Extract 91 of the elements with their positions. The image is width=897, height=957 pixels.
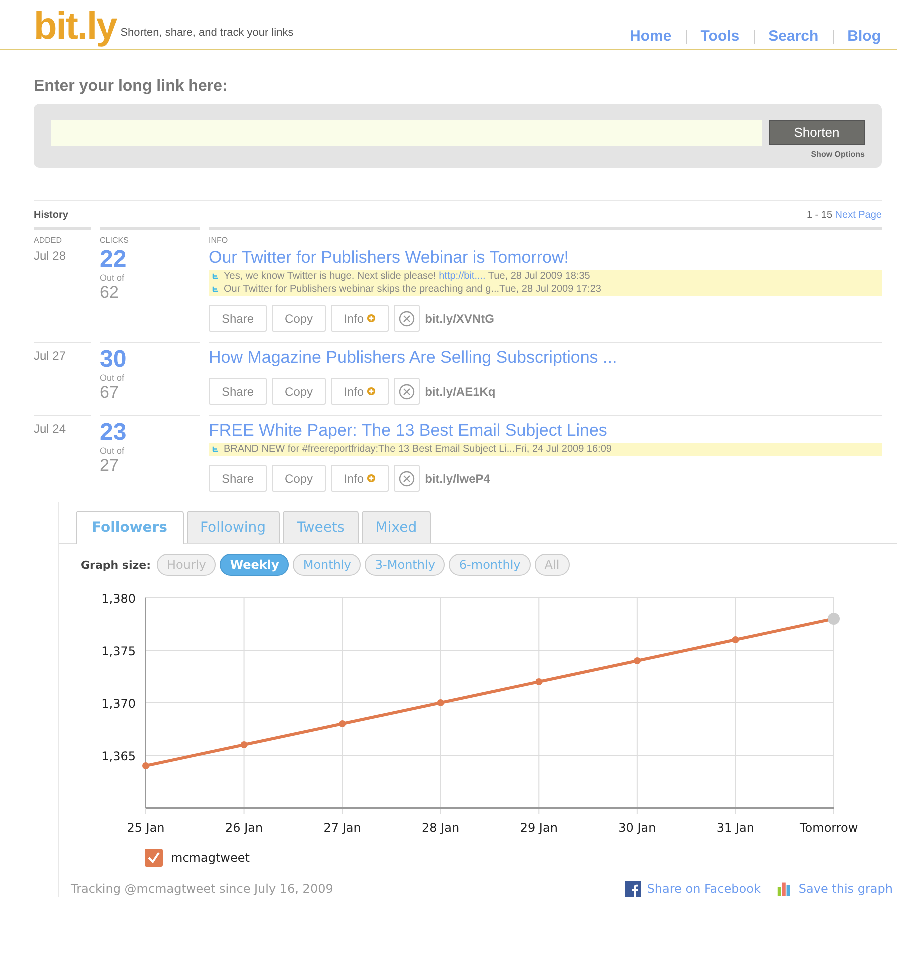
bird-icon (212, 286, 219, 293)
logo[interactable]: bit.ly (34, 5, 117, 49)
close-icon (399, 384, 416, 400)
nav-link[interactable]: Search (768, 28, 819, 45)
tweet-text: Our Twitter for Publishers webinar skips the preaching and g...Tue, 28 Jul 2009 17:23 (224, 283, 602, 296)
x-tick-label: 26 Jan (225, 821, 264, 835)
tracking-note: Tracking @mcmagtweet since July 16, 2009 (71, 882, 334, 896)
tweet-text: Yes, we know Twitter is huge. Next slide please! http://bit.... Tue, 28 Jul 2009 18:35 (224, 270, 590, 283)
click-count: 30 (100, 347, 128, 373)
point (339, 720, 346, 728)
url-input-field[interactable] (51, 120, 762, 146)
x-tick-label: 25 Jan (127, 821, 165, 835)
date-added: Jul 24 (34, 422, 66, 436)
tagline: Shorten, share, and track your links (120, 27, 294, 39)
click-count: 23 (100, 420, 128, 446)
point (634, 658, 641, 664)
delete-button[interactable] (394, 305, 420, 332)
column-header: ADDED (34, 236, 62, 245)
save-graph-link[interactable]: Save this graph (798, 882, 893, 896)
x-tick-label: 31 Jan (716, 821, 755, 835)
nav-link[interactable]: Home (630, 28, 672, 45)
y-tick-label: 1,380 (102, 592, 136, 606)
y-tick-label: 1,370 (102, 697, 136, 711)
link-title[interactable]: How Magazine Publishers Are Selling Subscriptions ... (209, 347, 882, 369)
graph-size-option[interactable]: Weekly (220, 554, 290, 576)
share-button[interactable]: Share (209, 465, 268, 492)
link-title[interactable]: Our Twitter for Publishers Webinar is Tomorrow! (209, 247, 882, 269)
date-added: Jul 28 (34, 249, 66, 263)
delete-button[interactable] (394, 378, 420, 405)
point (142, 762, 150, 770)
section-title: History (34, 210, 68, 221)
nav-link[interactable]: Blog (848, 28, 881, 45)
facebook-icon (625, 881, 642, 897)
delete-button[interactable] (394, 465, 420, 492)
tab[interactable]: Tweets (283, 511, 359, 543)
column-header: CLICKS (100, 236, 129, 245)
graph-size-label: Graph size: (81, 558, 151, 572)
copy-button[interactable]: Copy (272, 305, 326, 332)
series-checkbox[interactable] (145, 849, 163, 867)
series-name: mcmagtweet (171, 851, 250, 865)
tweet-link[interactable]: http://bit.... (439, 271, 486, 282)
x-tick-label: 28 Jan (422, 821, 460, 835)
total-clicks: 67 (100, 383, 120, 403)
field-label: Enter your long link here: (34, 78, 229, 96)
column-header: INFO (209, 236, 228, 245)
plus-circle-icon (367, 474, 376, 483)
y-tick-label: 1,375 (102, 644, 136, 658)
tab[interactable]: Followers (76, 511, 184, 544)
bird-icon (212, 446, 219, 453)
out-of-label: Out of (100, 446, 126, 456)
out-of-label: Out of (100, 273, 126, 283)
total-clicks: 62 (100, 283, 120, 303)
tab[interactable]: Following (186, 511, 280, 543)
link-title[interactable]: FREE White Paper: The 13 Best Email Subject Lines (209, 420, 882, 442)
total-clicks: 27 (100, 456, 120, 476)
x-tick-label: 30 Jan (618, 821, 656, 835)
click-count: 22 (100, 247, 128, 273)
next-page-link[interactable]: Next Page (835, 210, 882, 221)
info-button[interactable]: Info (331, 465, 390, 492)
show-options-link[interactable]: Show Options (51, 150, 865, 159)
copy-button[interactable]: Copy (272, 465, 326, 492)
bird-icon (212, 273, 219, 280)
copy-button[interactable]: Copy (272, 378, 326, 405)
plus-circle-icon (367, 314, 376, 323)
point (536, 678, 543, 686)
y-tick-label: 1,365 (102, 750, 136, 764)
close-icon (399, 310, 416, 326)
x-tick-label: Tomorrow (799, 821, 858, 835)
page-range: 1 - 15 (806, 210, 833, 221)
x-tick-label: 29 Jan (520, 821, 558, 835)
plus-circle-icon (367, 387, 376, 396)
x-tick-label: 27 Jan (324, 821, 362, 835)
info-button[interactable]: Info (331, 305, 390, 332)
share-button[interactable]: Share (209, 378, 268, 405)
nav-link[interactable]: Tools (700, 28, 740, 45)
point (437, 700, 444, 706)
bar-chart-icon (776, 881, 793, 897)
point (240, 742, 248, 748)
date-added: Jul 27 (34, 349, 66, 363)
info-button[interactable]: Info (331, 378, 390, 405)
tweet-text: BRAND NEW for #freereportfriday:The 13 Best Email Subject Li...Fri, 24 Jul 2009 16:09 (224, 443, 612, 456)
graph-size-option[interactable]: Monthly (293, 554, 362, 576)
tab[interactable]: Mixed (362, 511, 432, 543)
graph-size-option[interactable]: 3-Monthly (365, 554, 446, 576)
point (732, 636, 740, 644)
share-facebook-link[interactable]: Share on Facebook (647, 882, 761, 896)
close-icon (399, 470, 416, 486)
share-button[interactable]: Share (209, 305, 268, 332)
shorten-button[interactable]: Shorten (769, 120, 865, 145)
graph-size-option[interactable]: 6-monthly (449, 554, 531, 576)
out-of-label: Out of (100, 373, 126, 383)
